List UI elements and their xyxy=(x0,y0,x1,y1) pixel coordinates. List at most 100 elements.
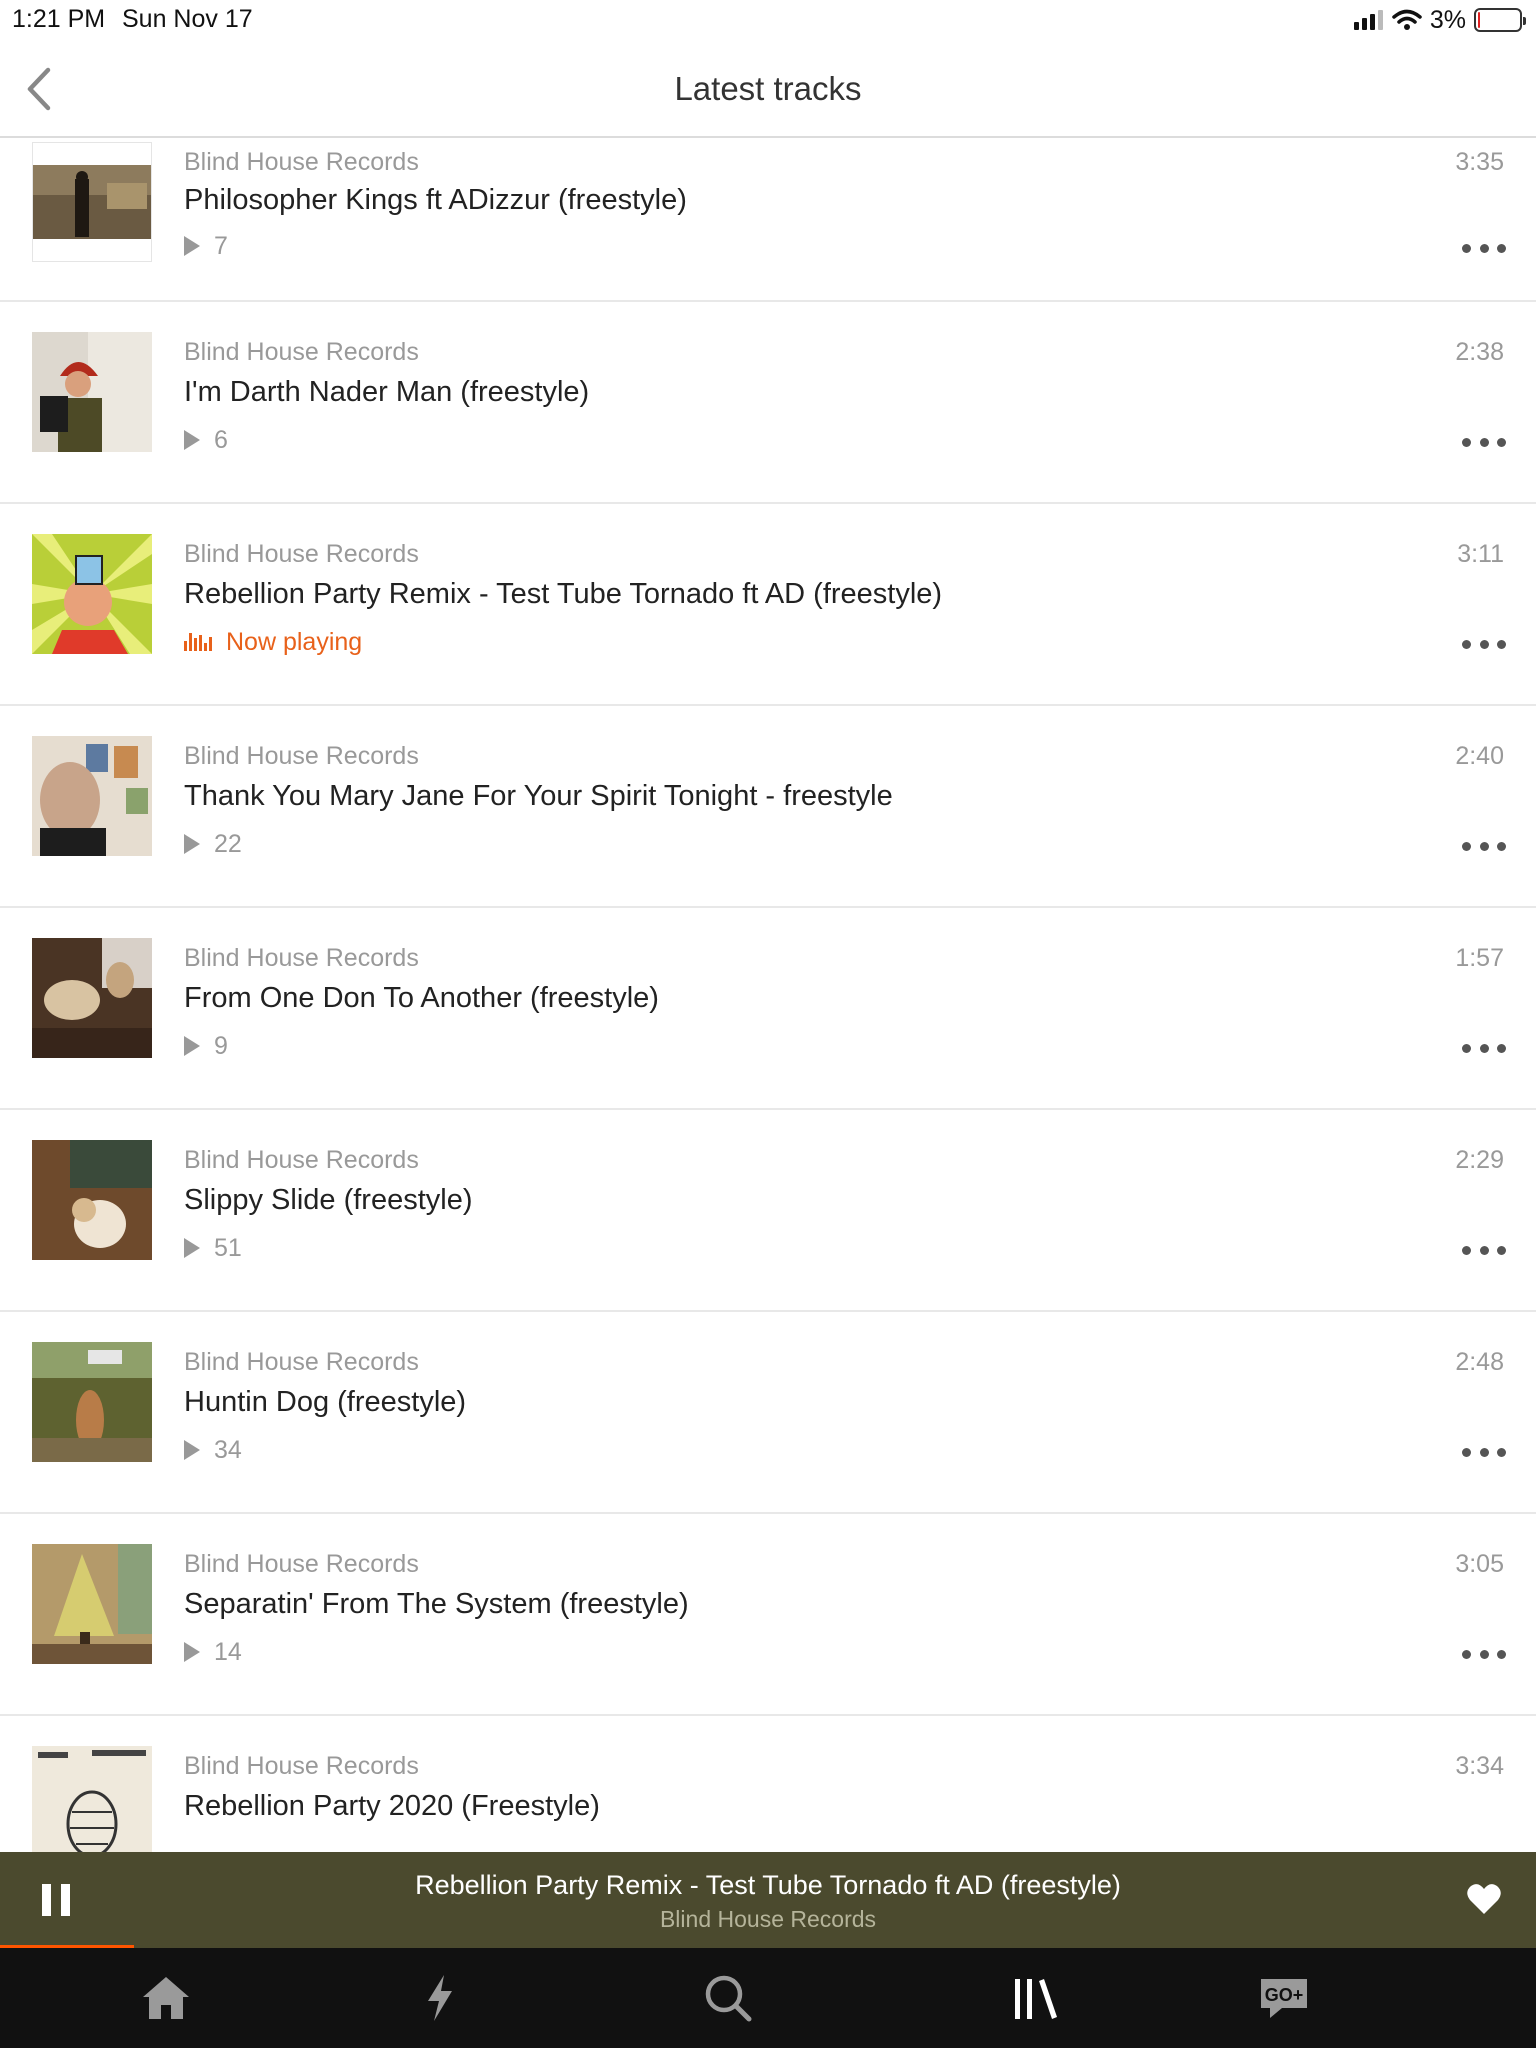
track-artist[interactable]: Blind House Records xyxy=(184,944,419,973)
status-date: Sun Nov 17 xyxy=(122,5,253,33)
track-title[interactable]: Rebellion Party Remix - Test Tube Tornad… xyxy=(184,578,942,611)
play-count-icon xyxy=(184,1238,200,1258)
stream-icon xyxy=(428,1975,452,2021)
track-title[interactable]: Separatin' From The System (freestyle) xyxy=(184,1588,689,1621)
track-row[interactable]: Blind House Records From One Don To Anot… xyxy=(0,908,1536,1110)
track-row[interactable]: Blind House Records Philosopher Kings ft… xyxy=(0,138,1536,302)
tab-home[interactable] xyxy=(106,1948,226,2048)
more-options-button[interactable] xyxy=(1462,236,1506,260)
track-title[interactable]: Huntin Dog (freestyle) xyxy=(184,1386,466,1419)
track-artwork[interactable] xyxy=(32,332,152,452)
track-artwork[interactable] xyxy=(32,534,152,654)
wifi-icon xyxy=(1392,9,1422,30)
more-options-button[interactable] xyxy=(1462,1440,1506,1464)
track-row[interactable]: Blind House Records I'm Darth Nader Man … xyxy=(0,302,1536,504)
track-row[interactable]: Blind House Records Thank You Mary Jane … xyxy=(0,706,1536,908)
navigation-header: Latest tracks xyxy=(0,40,1536,138)
track-title[interactable]: Slippy Slide (freestyle) xyxy=(184,1184,473,1217)
heart-icon xyxy=(1467,1884,1501,1914)
track-row[interactable]: Blind House Records Rebellion Party Remi… xyxy=(0,504,1536,706)
track-row[interactable]: Blind House Records Huntin Dog (freestyl… xyxy=(0,1312,1536,1514)
play-count-icon xyxy=(184,236,200,256)
track-artist[interactable]: Blind House Records xyxy=(184,1348,419,1377)
track-title[interactable]: From One Don To Another (freestyle) xyxy=(184,982,659,1015)
tab-search[interactable] xyxy=(668,1948,788,2048)
track-row[interactable]: Blind House Records Rebellion Party 2020… xyxy=(0,1716,1536,1852)
more-options-button[interactable] xyxy=(1462,632,1506,656)
play-count: 51 xyxy=(214,1233,242,1262)
track-artist[interactable]: Blind House Records xyxy=(184,1752,419,1781)
play-count-icon xyxy=(184,1440,200,1460)
more-options-button[interactable] xyxy=(1462,1036,1506,1060)
track-artist[interactable]: Blind House Records xyxy=(184,742,419,771)
play-count-icon xyxy=(184,1036,200,1056)
play-count-icon xyxy=(184,834,200,854)
track-duration: 3:11 xyxy=(1457,540,1504,568)
go-plus-icon: GO+ xyxy=(1261,1979,1307,2018)
track-plays: 7 xyxy=(184,230,228,262)
mini-player[interactable]: Rebellion Party Remix - Test Tube Tornad… xyxy=(0,1852,1536,1948)
home-icon xyxy=(143,1977,189,2019)
mini-player-title[interactable]: Rebellion Party Remix - Test Tube Tornad… xyxy=(0,1870,1536,1901)
track-list[interactable]: Blind House Records Philosopher Kings ft… xyxy=(0,138,1536,1852)
battery-percentage: 3% xyxy=(1429,5,1466,34)
play-count-icon xyxy=(184,1642,200,1662)
play-count: 9 xyxy=(214,1031,228,1060)
tab-stream[interactable] xyxy=(380,1948,500,2048)
track-title[interactable]: I'm Darth Nader Man (freestyle) xyxy=(184,376,589,409)
track-row[interactable]: Blind House Records Slippy Slide (freest… xyxy=(0,1110,1536,1312)
svg-text:GO+: GO+ xyxy=(1265,1985,1304,2005)
more-options-button[interactable] xyxy=(1462,1642,1506,1666)
track-artist[interactable]: Blind House Records xyxy=(184,148,419,177)
track-title[interactable]: Thank You Mary Jane For Your Spirit Toni… xyxy=(184,780,893,813)
more-options-button[interactable] xyxy=(1462,1238,1506,1262)
track-duration: 1:57 xyxy=(1455,944,1504,972)
track-artist[interactable]: Blind House Records xyxy=(184,540,419,569)
track-artwork[interactable] xyxy=(32,142,152,262)
play-count: 7 xyxy=(214,231,228,260)
track-duration: 2:38 xyxy=(1455,338,1504,366)
track-artwork[interactable] xyxy=(32,1746,152,1852)
play-count: 6 xyxy=(214,425,228,454)
track-artwork[interactable] xyxy=(32,736,152,856)
track-duration: 3:35 xyxy=(1455,148,1504,176)
play-count: 14 xyxy=(214,1637,242,1666)
status-bar: 1:21 PM Sun Nov 17 3% xyxy=(0,0,1536,40)
track-duration: 3:05 xyxy=(1455,1550,1504,1578)
track-plays: 14 xyxy=(184,1636,242,1668)
track-duration: 2:40 xyxy=(1455,742,1504,770)
mini-player-artist: Blind House Records xyxy=(659,1906,877,1932)
play-count-icon xyxy=(184,430,200,450)
more-options-button[interactable] xyxy=(1462,430,1506,454)
track-title[interactable]: Philosopher Kings ft ADizzur (freestyle) xyxy=(184,184,687,217)
like-button[interactable] xyxy=(1466,1882,1502,1916)
track-artist[interactable]: Blind House Records xyxy=(184,1550,419,1579)
tab-bar: GO+ xyxy=(0,1948,1536,2048)
track-artwork[interactable] xyxy=(32,1544,152,1664)
cellular-signal-icon xyxy=(1353,10,1383,30)
track-duration: 2:29 xyxy=(1455,1146,1504,1174)
track-artist[interactable]: Blind House Records xyxy=(184,338,419,367)
track-title[interactable]: Rebellion Party 2020 (Freestyle) xyxy=(184,1790,600,1823)
more-options-button[interactable] xyxy=(1462,834,1506,858)
track-artist[interactable]: Blind House Records xyxy=(184,1146,419,1175)
track-plays: 6 xyxy=(184,424,228,456)
page-title: Latest tracks xyxy=(674,70,862,107)
status-time: 1:21 PM xyxy=(12,5,106,33)
play-count: 34 xyxy=(214,1435,242,1464)
track-artwork[interactable] xyxy=(32,1140,152,1260)
battery-level xyxy=(1478,12,1480,28)
tab-library[interactable] xyxy=(976,1948,1096,2048)
track-duration: 2:48 xyxy=(1455,1348,1504,1376)
battery-icon xyxy=(1474,8,1526,32)
track-plays: 9 xyxy=(184,1030,228,1062)
track-row[interactable]: Blind House Records Separatin' From The … xyxy=(0,1514,1536,1716)
track-artwork[interactable] xyxy=(32,1342,152,1462)
track-plays: 22 xyxy=(184,828,242,860)
status-indicators: 3% xyxy=(1353,5,1526,34)
library-icon xyxy=(1015,1979,1057,2019)
track-artwork[interactable] xyxy=(32,938,152,1058)
equalizer-icon xyxy=(184,633,212,651)
tab-go-plus[interactable]: GO+ xyxy=(1224,1948,1344,2048)
track-plays: Now playing xyxy=(184,626,362,658)
